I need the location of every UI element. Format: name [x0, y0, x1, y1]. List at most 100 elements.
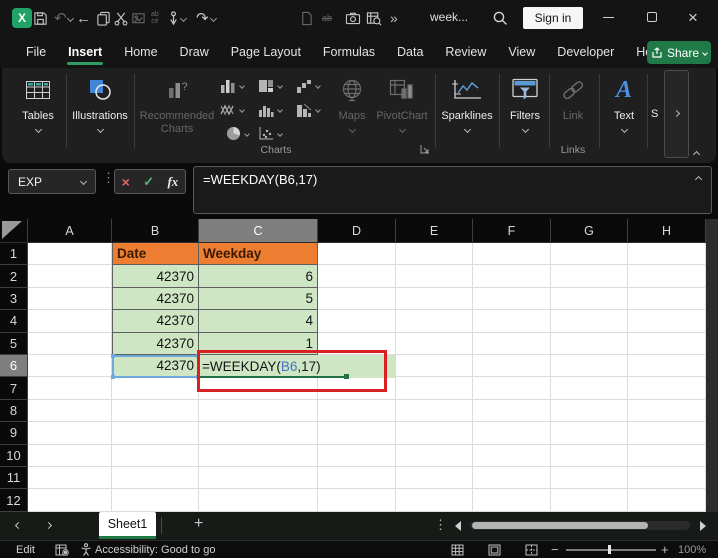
cut-icon[interactable] — [114, 8, 128, 28]
cell-F5[interactable] — [473, 332, 551, 356]
accessibility-icon[interactable] — [80, 541, 92, 558]
cell-D2[interactable] — [318, 265, 396, 288]
cell-A3[interactable] — [28, 287, 112, 311]
cell-F3[interactable] — [473, 287, 551, 311]
recommended-charts-button[interactable]: ? Recommended Charts — [138, 72, 216, 136]
cell-F1[interactable] — [473, 243, 551, 266]
save-icon[interactable] — [33, 8, 48, 28]
cell-B5[interactable]: 42370 — [112, 332, 199, 356]
illustrations-button[interactable]: Illustrations — [68, 72, 132, 135]
zoom-slider[interactable] — [566, 545, 656, 555]
row-header-1[interactable]: 1 — [0, 243, 28, 266]
accessibility-status[interactable]: Accessibility: Good to go — [95, 541, 215, 558]
cell-H5[interactable] — [628, 332, 706, 356]
zoom-out-button[interactable]: − — [551, 541, 559, 558]
cell-D10[interactable] — [318, 444, 396, 468]
sheet-tab-sheet1[interactable]: Sheet1 — [99, 512, 156, 539]
cell-A2[interactable] — [28, 265, 112, 288]
search-icon[interactable] — [492, 8, 508, 28]
cell-H6[interactable] — [628, 355, 706, 378]
cell-A10[interactable] — [28, 444, 112, 468]
insert-funnel-chart-button[interactable] — [296, 103, 321, 117]
page-layout-view-icon[interactable] — [488, 541, 501, 558]
cell-C3[interactable]: 5 — [199, 287, 318, 311]
row-header-2[interactable]: 2 — [0, 265, 28, 288]
col-header-B[interactable]: B — [112, 219, 199, 242]
cell-B12[interactable] — [112, 489, 199, 512]
scroll-left-icon[interactable] — [455, 521, 461, 531]
cell-B11[interactable] — [112, 467, 199, 490]
cell-C2[interactable]: 6 — [199, 265, 318, 288]
more-commands-icon[interactable]: » — [390, 8, 398, 28]
cell-H1[interactable] — [628, 243, 706, 266]
menu-item-review[interactable]: Review — [434, 36, 497, 68]
row-header-8[interactable]: 8 — [0, 399, 28, 423]
add-sheet-button[interactable]: + — [194, 515, 203, 533]
cell-A8[interactable] — [28, 399, 112, 423]
cell-E8[interactable] — [396, 399, 473, 423]
cell-B8[interactable] — [112, 399, 199, 423]
zoom-in-button[interactable]: + — [661, 541, 669, 558]
cell-H8[interactable] — [628, 399, 706, 423]
horizontal-scrollbar-track[interactable] — [470, 521, 690, 530]
cell-B7[interactable] — [112, 377, 199, 400]
cell-G1[interactable] — [551, 243, 628, 266]
cell-C10[interactable] — [199, 444, 318, 468]
cell-H9[interactable] — [628, 422, 706, 445]
cell-G10[interactable] — [551, 444, 628, 468]
copy-icon[interactable] — [96, 8, 111, 28]
touch-mode-icon[interactable] — [167, 8, 180, 28]
sparklines-button[interactable]: Sparklines — [438, 72, 496, 135]
col-header-F[interactable]: F — [473, 219, 551, 242]
cell-F2[interactable] — [473, 265, 551, 288]
cell-H3[interactable] — [628, 287, 706, 311]
row-header-5[interactable]: 5 — [0, 332, 28, 356]
menu-item-data[interactable]: Data — [386, 36, 434, 68]
cell-F7[interactable] — [473, 377, 551, 400]
cell-H12[interactable] — [628, 489, 706, 512]
previous-sheet-button[interactable] — [14, 521, 23, 530]
insert-column-chart-button[interactable] — [220, 79, 245, 93]
cell-C4[interactable]: 4 — [199, 310, 318, 333]
link-button[interactable]: Link — [551, 72, 595, 123]
insert-scatter-chart-button[interactable] — [258, 126, 283, 141]
row-header-4[interactable]: 4 — [0, 310, 28, 333]
row-header-10[interactable]: 10 — [0, 444, 28, 468]
maps-button[interactable]: Maps — [332, 72, 372, 135]
zoom-level[interactable]: 100% — [678, 541, 706, 558]
col-header-A[interactable]: A — [28, 219, 112, 242]
new-file-icon[interactable] — [300, 8, 313, 28]
cell-B2[interactable]: 42370 — [112, 265, 199, 288]
cell-F6[interactable] — [473, 355, 551, 378]
close-button[interactable]: × — [688, 7, 698, 29]
menu-item-draw[interactable]: Draw — [169, 36, 220, 68]
col-header-E[interactable]: E — [396, 219, 473, 242]
cell-A7[interactable] — [28, 377, 112, 400]
row-header-7[interactable]: 7 — [0, 377, 28, 400]
col-header-H[interactable]: H — [628, 219, 706, 242]
row-header-9[interactable]: 9 — [0, 422, 28, 445]
zoom-slider-handle[interactable] — [608, 545, 611, 555]
col-header-C[interactable]: C — [199, 219, 318, 242]
menu-item-view[interactable]: View — [497, 36, 546, 68]
menu-item-insert[interactable]: Insert — [57, 36, 113, 68]
maximize-button[interactable] — [647, 12, 657, 22]
menu-item-page-layout[interactable]: Page Layout — [220, 36, 312, 68]
insert-histogram-chart-button[interactable] — [258, 103, 283, 117]
insert-line-chart-button[interactable] — [220, 103, 245, 116]
menu-item-file[interactable]: File — [15, 36, 57, 68]
cell-B4[interactable]: 42370 — [112, 310, 199, 333]
row-header-3[interactable]: 3 — [0, 287, 28, 311]
cell-E5[interactable] — [396, 332, 473, 356]
insert-function-icon[interactable]: fx — [167, 174, 178, 190]
cell-B3[interactable]: 42370 — [112, 287, 199, 311]
cell-C11[interactable] — [199, 467, 318, 490]
cell-H2[interactable] — [628, 265, 706, 288]
insert-hierarchy-chart-button[interactable] — [258, 79, 283, 93]
cell-C8[interactable] — [199, 399, 318, 423]
cell-E12[interactable] — [396, 489, 473, 512]
cell-F10[interactable] — [473, 444, 551, 468]
cell-E4[interactable] — [396, 310, 473, 333]
cell-G6[interactable] — [551, 355, 628, 378]
redo-icon[interactable]: ↷ — [196, 8, 209, 28]
